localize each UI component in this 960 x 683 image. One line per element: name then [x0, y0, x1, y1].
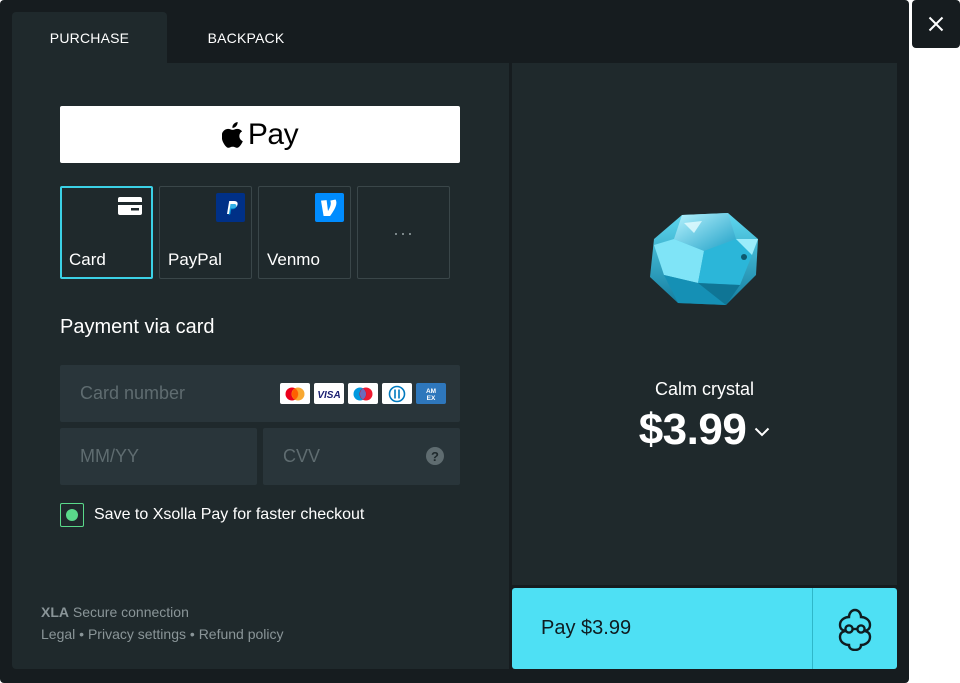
card-icon: [117, 196, 143, 221]
item-price: $3.99: [638, 405, 747, 454]
item-name: Calm crystal: [654, 379, 754, 399]
close-button[interactable]: [912, 0, 960, 48]
section-title: Payment via card: [60, 316, 215, 338]
payment-methods: Card PayPal Venmo ···: [60, 186, 450, 279]
apple-icon: [221, 121, 243, 148]
pay-button-label: Pay $3.99: [512, 588, 813, 669]
tab-backpack[interactable]: BACKPACK: [167, 12, 325, 63]
method-paypal[interactable]: PayPal: [159, 186, 252, 279]
more-icon: ···: [393, 223, 414, 243]
separator: •: [79, 626, 85, 642]
check-indicator: [66, 509, 78, 521]
method-more[interactable]: ···: [357, 186, 450, 279]
card-brands: VISA AM EX: [280, 383, 446, 404]
expiry-field: [60, 428, 257, 485]
method-card[interactable]: Card: [60, 186, 153, 279]
tab-bar: PURCHASE BACKPACK: [12, 12, 325, 63]
price-row[interactable]: $3.99: [512, 405, 897, 455]
payment-modal: PURCHASE BACKPACK Pay Card PayPal Venmo …: [0, 0, 909, 683]
mastercard-icon: [280, 383, 310, 404]
method-label: Venmo: [267, 250, 320, 269]
refund-policy-link[interactable]: Refund policy: [199, 626, 284, 642]
privacy-settings-link[interactable]: Privacy settings: [88, 626, 186, 642]
method-label: PayPal: [168, 250, 222, 269]
xsolla-pay-side[interactable]: [813, 588, 897, 669]
secure-connection: XLA Secure connection: [41, 601, 284, 623]
xsolla-icon: [838, 608, 872, 651]
pay-button[interactable]: Pay $3.99: [512, 588, 897, 669]
save-checkbox[interactable]: [60, 503, 84, 527]
close-icon: [928, 16, 944, 32]
secure-brand: XLA: [41, 604, 69, 620]
apple-pay-label: Pay: [247, 117, 299, 151]
tab-purchase[interactable]: PURCHASE: [12, 12, 167, 63]
crystal-image: [650, 213, 758, 305]
svg-text:EX: EX: [427, 395, 436, 402]
svg-text:AM: AM: [426, 388, 436, 395]
secure-text: Secure connection: [72, 604, 189, 620]
chevron-down-icon[interactable]: [754, 427, 770, 437]
paypal-icon: [216, 193, 245, 227]
venmo-icon: [315, 193, 344, 227]
separator: •: [189, 626, 195, 642]
save-checkbox-label: Save to Xsolla Pay for faster checkout: [94, 506, 365, 523]
method-venmo[interactable]: Venmo: [258, 186, 351, 279]
method-label: Card: [69, 250, 106, 269]
cvv-field: ?: [263, 428, 460, 485]
help-icon[interactable]: ?: [426, 447, 444, 465]
diners-icon: [382, 383, 412, 404]
item-summary: Calm crystal $3.99: [512, 63, 897, 585]
legal-link[interactable]: Legal: [41, 626, 75, 642]
footer-links: Legal • Privacy settings • Refund policy: [41, 623, 284, 645]
footer: XLA Secure connection Legal • Privacy se…: [41, 601, 284, 645]
svg-text:VISA: VISA: [317, 390, 340, 400]
card-number-field: VISA: [60, 365, 460, 422]
amex-icon: AM EX: [416, 383, 446, 404]
maestro-icon: [348, 383, 378, 404]
payment-panel: Pay Card PayPal Venmo ··· Payment via ca…: [12, 63, 509, 669]
save-checkbox-row[interactable]: Save to Xsolla Pay for faster checkout: [60, 503, 364, 527]
visa-icon: VISA: [314, 383, 344, 404]
expiry-input[interactable]: [60, 428, 257, 485]
apple-pay-button[interactable]: Pay: [60, 106, 460, 163]
